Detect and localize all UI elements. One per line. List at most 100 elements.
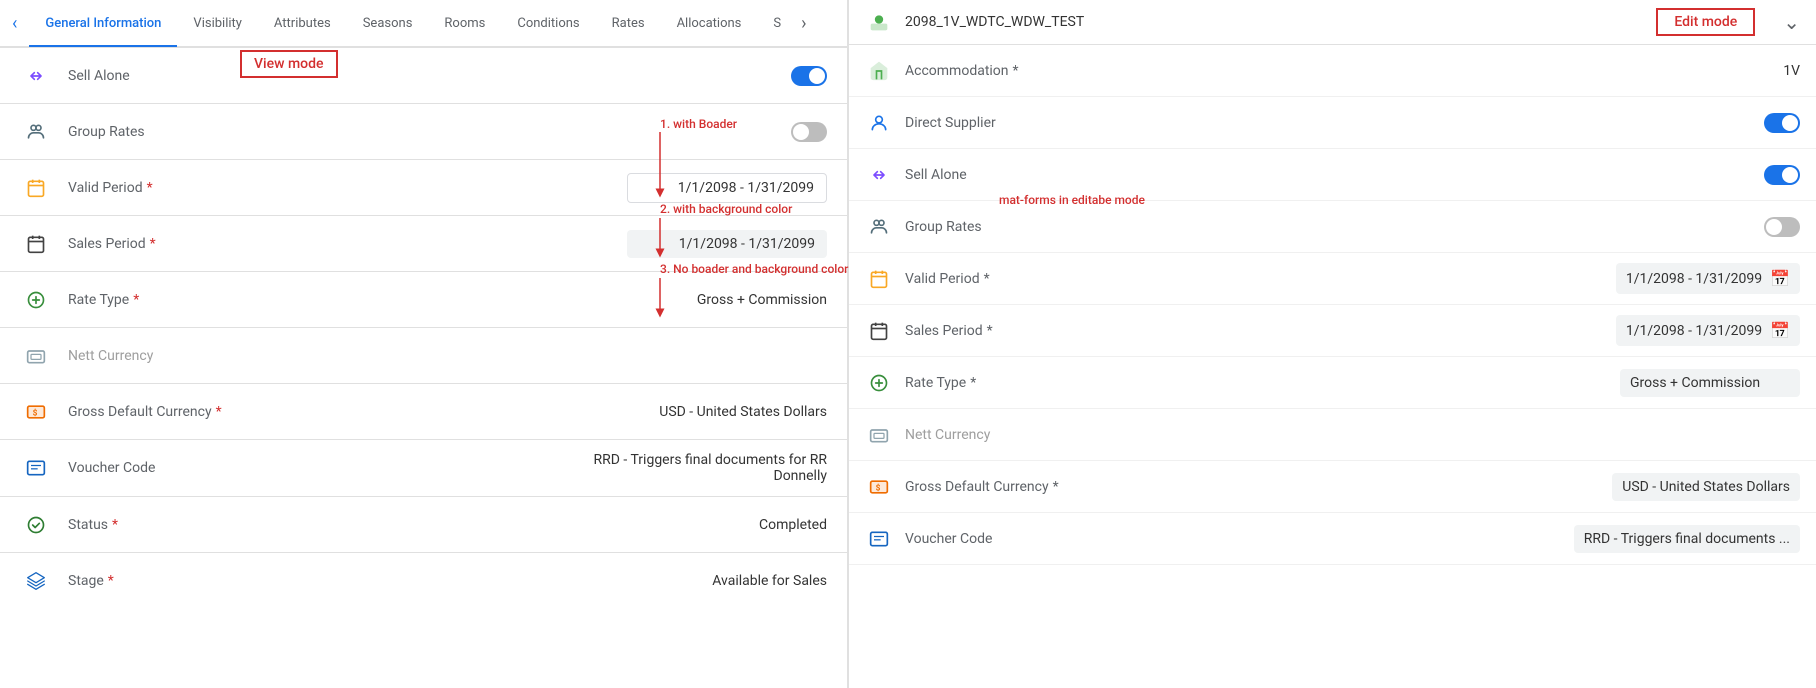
nett-currency-row: Nett Currency: [0, 328, 847, 384]
direct-supplier-toggle-control[interactable]: [1764, 113, 1800, 133]
right-sales-period-input[interactable]: 1/1/2098 - 1/31/2099 📅: [1616, 315, 1800, 346]
right-sales-period-row: Sales Period* 1/1/2098 - 1/31/2099 📅: [849, 305, 1816, 357]
sales-period-calendar-icon[interactable]: 📅: [1770, 321, 1790, 340]
nett-currency-icon: [20, 346, 52, 366]
right-nett-currency-row: Nett Currency: [849, 409, 1816, 461]
gross-default-currency-row: $ Gross Default Currency* USD - United S…: [0, 384, 847, 440]
tab-conditions[interactable]: Conditions: [501, 2, 595, 47]
right-group-rates-label: Group Rates: [905, 219, 1764, 235]
valid-period-calendar-icon[interactable]: 📅: [1770, 269, 1790, 288]
stage-icon: [20, 571, 52, 591]
voucher-code-label: Voucher Code: [68, 460, 567, 476]
right-voucher-code-input[interactable]: RRD - Triggers final documents ...: [1574, 525, 1800, 553]
right-sales-period-label: Sales Period*: [905, 323, 1616, 339]
accommodation-header-icon: [865, 12, 893, 32]
tab-allocations[interactable]: Allocations: [661, 2, 758, 47]
sell-alone-row: Sell Alone: [0, 48, 847, 104]
accommodation-row: Accommodation* 1V: [849, 45, 1816, 97]
group-rates-row: Group Rates: [0, 104, 847, 160]
tab-rates[interactable]: Rates: [596, 2, 661, 47]
gross-default-currency-value: USD - United States Dollars: [659, 404, 827, 420]
valid-period-value[interactable]: 1/1/2098 - 1/31/2099: [627, 173, 827, 203]
tab-bar: ‹ General Information Visibility Attribu…: [0, 0, 847, 48]
product-id: 2098_1V_WDTC_WDW_TEST: [905, 14, 1644, 30]
right-voucher-code-row: Voucher Code RRD - Triggers final docume…: [849, 513, 1816, 565]
edit-mode-label: Edit mode: [1656, 8, 1755, 36]
right-header: 2098_1V_WDTC_WDW_TEST Edit mode ⌄: [849, 0, 1816, 45]
gross-default-currency-label: Gross Default Currency*: [68, 404, 659, 420]
sell-alone-toggle[interactable]: [791, 66, 827, 86]
status-label: Status*: [68, 517, 759, 533]
group-rates-toggle-control[interactable]: [791, 122, 827, 142]
right-sell-alone-label: Sell Alone: [905, 167, 1764, 183]
right-sell-alone-icon: [865, 165, 893, 185]
form-content: Sell Alone Group Rates: [0, 48, 847, 688]
right-valid-period-input[interactable]: 1/1/2098 - 1/31/2099 📅: [1616, 263, 1800, 294]
group-rates-toggle[interactable]: [791, 122, 827, 142]
right-sell-alone-row: Sell Alone: [849, 149, 1816, 201]
left-panel: ‹ General Information Visibility Attribu…: [0, 0, 848, 688]
chevron-down-icon[interactable]: ⌄: [1783, 10, 1800, 34]
sales-period-value[interactable]: 1/1/2098 - 1/31/2099: [627, 230, 827, 258]
status-icon: [20, 515, 52, 535]
right-group-rates-icon: [865, 217, 893, 237]
right-group-rates-toggle[interactable]: [1764, 217, 1800, 237]
tab-general-information[interactable]: General Information: [29, 2, 177, 47]
group-rates-icon: [20, 122, 52, 142]
right-nett-currency-icon: [865, 425, 893, 445]
direct-supplier-icon: [865, 113, 893, 133]
rate-type-icon: [20, 290, 52, 310]
voucher-code-icon: [20, 458, 52, 478]
back-button[interactable]: ‹: [8, 9, 21, 38]
accommodation-value: 1V: [1783, 63, 1800, 79]
view-mode-label: View mode: [240, 50, 338, 78]
svg-text:$: $: [33, 407, 38, 418]
group-rates-label: Group Rates: [68, 124, 791, 140]
valid-period-row: Valid Period* 1/1/2098 - 1/31/2099: [0, 160, 847, 216]
direct-supplier-toggle[interactable]: [1764, 113, 1800, 133]
direct-supplier-label: Direct Supplier: [905, 115, 1764, 131]
tab-attributes[interactable]: Attributes: [258, 2, 347, 47]
gross-default-currency-icon: $: [20, 402, 52, 422]
direct-supplier-row: Direct Supplier: [849, 97, 1816, 149]
svg-text:$: $: [876, 482, 881, 493]
voucher-code-value: RRD - Triggers final documents for RR Do…: [567, 452, 827, 484]
right-nett-currency-label: Nett Currency: [905, 427, 1800, 443]
right-group-rates-toggle-control[interactable]: [1764, 217, 1800, 237]
tab-visibility[interactable]: Visibility: [177, 2, 258, 47]
rate-type-row: Rate Type* Gross + Commission: [0, 272, 847, 328]
sales-period-label: Sales Period*: [68, 236, 627, 252]
right-panel: 2098_1V_WDTC_WDW_TEST Edit mode ⌄ Accomm…: [849, 0, 1816, 688]
right-sales-period-icon: [865, 321, 893, 341]
stage-value: Available for Sales: [712, 573, 827, 589]
sell-alone-label: Sell Alone: [68, 68, 791, 84]
right-sell-alone-toggle-control[interactable]: [1764, 165, 1800, 185]
right-valid-period-icon: [865, 269, 893, 289]
nett-currency-label: Nett Currency: [68, 348, 827, 364]
rate-type-label: Rate Type*: [68, 292, 697, 308]
right-gross-default-currency-input[interactable]: USD - United States Dollars: [1612, 473, 1800, 501]
tab-s[interactable]: S: [757, 2, 797, 47]
valid-period-label: Valid Period*: [68, 180, 627, 196]
voucher-code-row: Voucher Code RRD - Triggers final docume…: [0, 440, 847, 497]
valid-period-icon: [20, 178, 52, 198]
right-rate-type-input[interactable]: Gross + Commission: [1620, 369, 1800, 397]
right-rate-type-row: Rate Type* Gross + Commission: [849, 357, 1816, 409]
accommodation-icon: [865, 61, 893, 81]
sell-alone-icon: [20, 66, 52, 86]
right-sell-alone-toggle[interactable]: [1764, 165, 1800, 185]
right-voucher-code-icon: [865, 529, 893, 549]
tab-more-icon[interactable]: ›: [797, 9, 810, 38]
right-group-rates-row: Group Rates: [849, 201, 1816, 253]
sales-period-icon: [20, 234, 52, 254]
right-valid-period-row: Valid Period* 1/1/2098 - 1/31/2099 📅: [849, 253, 1816, 305]
stage-row: Stage* Available for Sales: [0, 553, 847, 609]
sell-alone-toggle-control[interactable]: [791, 66, 827, 86]
tab-rooms[interactable]: Rooms: [428, 2, 501, 47]
rate-type-value: Gross + Commission: [697, 292, 827, 308]
right-gross-default-currency-icon: $: [865, 477, 893, 497]
status-value: Completed: [759, 517, 827, 533]
stage-label: Stage*: [68, 573, 712, 589]
tab-seasons[interactable]: Seasons: [347, 2, 429, 47]
right-voucher-code-label: Voucher Code: [905, 531, 1574, 547]
